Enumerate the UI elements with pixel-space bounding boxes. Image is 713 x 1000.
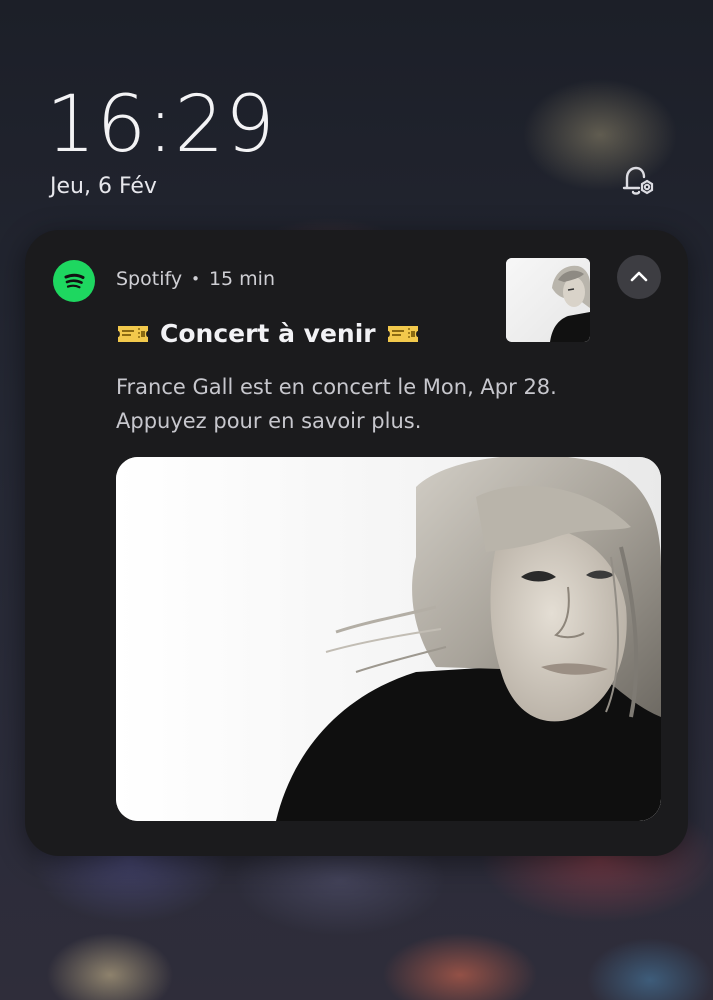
collapse-button[interactable] — [617, 255, 661, 299]
notification-header: Spotify • 15 min — [116, 268, 275, 290]
app-name: Spotify — [116, 268, 183, 290]
bell-settings-icon — [622, 166, 654, 195]
elapsed-time: 15 min — [208, 268, 275, 290]
ticket-icon — [387, 325, 418, 342]
ticket-icon — [118, 325, 148, 342]
lockscreen-clock: 16:29 — [46, 80, 276, 170]
notification-body: France Gall est en concert le Mon, Apr 2… — [116, 375, 557, 433]
notification-title-text: Concert à venir — [160, 319, 376, 348]
separator-dot: • — [191, 270, 200, 288]
chevron-up-icon — [630, 271, 648, 282]
notification-title: Concert à venir — [116, 319, 420, 348]
lockscreen-date: Jeu, 6 Fév — [50, 174, 157, 199]
artist-photo[interactable] — [116, 457, 661, 821]
notification-settings-button[interactable] — [614, 158, 660, 204]
spotify-notification-card[interactable]: Spotify • 15 min Concert à venir France … — [25, 230, 688, 856]
spotify-icon — [53, 260, 95, 302]
artist-thumbnail — [506, 258, 590, 342]
